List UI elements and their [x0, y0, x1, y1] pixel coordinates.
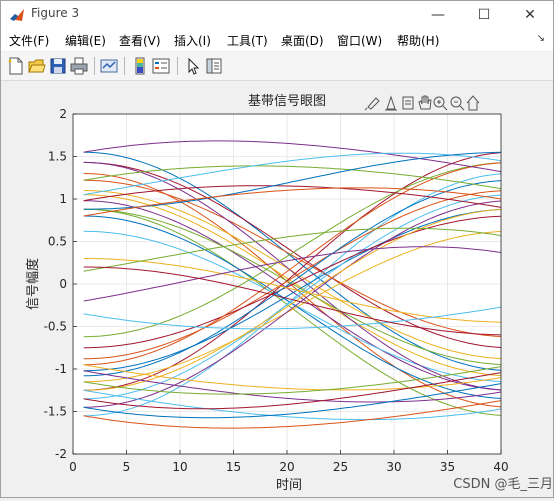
- y-tick-label: 0: [59, 277, 67, 291]
- y-tick-label: 0.5: [48, 235, 67, 249]
- data-tips-icon[interactable]: [385, 95, 397, 111]
- home-icon[interactable]: [466, 95, 480, 111]
- title-bar[interactable]: Figure 3 — ☐ ✕: [1, 1, 553, 29]
- eye-diagram-chart[interactable]: 0 5 10 15 20 25 30 35 40 -2 -1.5 -1 -0.5 0 0.5 1 1.5 2 基带…: [1, 81, 553, 497]
- y-tick-label: 1.5: [48, 150, 67, 164]
- menu-window[interactable]: 窗口(W): [337, 32, 382, 49]
- figure-canvas: 0 5 10 15 20 25 30 35 40 -2 -1.5 -1 -0.5 0 0.5 1 1.5 2 基带…: [1, 81, 553, 497]
- x-tick-label: 5: [123, 460, 131, 474]
- export-icon[interactable]: [402, 96, 414, 110]
- x-tick-label: 40: [493, 460, 508, 474]
- close-button[interactable]: ✕: [507, 1, 553, 29]
- maximize-button[interactable]: ☐: [461, 1, 507, 29]
- zoom-out-icon[interactable]: [450, 96, 465, 111]
- axes-toolbar: [364, 95, 480, 111]
- toolbar-separator: [124, 57, 125, 75]
- menu-tools[interactable]: 工具(T): [227, 32, 268, 49]
- figure-window: Figure 3 — ☐ ✕ 文件(F) 编辑(E) 查看(V) 插入(I) 工…: [0, 0, 554, 498]
- watermark: CSDN @毛_三月: [453, 477, 553, 492]
- figure-toolbar: [1, 52, 553, 81]
- zoom-in-icon[interactable]: [433, 96, 448, 111]
- y-axis-label: 信号幅度: [25, 258, 41, 310]
- menu-desktop[interactable]: 桌面(D): [281, 32, 324, 49]
- new-figure-icon[interactable]: [7, 57, 25, 75]
- x-tick-label: 25: [333, 460, 348, 474]
- y-tick-label: -0.5: [44, 320, 67, 334]
- x-tick-label: 15: [226, 460, 241, 474]
- x-tick-label: 35: [440, 460, 455, 474]
- menu-bar: 文件(F) 编辑(E) 查看(V) 插入(I) 工具(T) 桌面(D) 窗口(W…: [1, 29, 553, 51]
- toolbar-separator: [177, 57, 178, 75]
- x-tick-label: 10: [172, 460, 187, 474]
- chart-title: 基带信号眼图: [248, 94, 326, 109]
- y-tick-label: -2: [55, 447, 67, 461]
- link-figure-icon[interactable]: [100, 57, 118, 75]
- insert-legend-icon[interactable]: [152, 57, 170, 75]
- window-title: Figure 3: [31, 6, 80, 20]
- open-file-icon[interactable]: [28, 57, 46, 75]
- edit-plot-icon[interactable]: [184, 57, 202, 75]
- print-icon[interactable]: [70, 57, 88, 75]
- dock-arrow-icon[interactable]: ↘: [537, 33, 545, 44]
- y-tick-label: 2: [59, 107, 67, 121]
- insert-colorbar-icon[interactable]: [131, 57, 149, 75]
- toolbar-separator: [94, 57, 95, 75]
- brush-icon[interactable]: [364, 97, 380, 111]
- y-tick-label: -1.5: [44, 405, 67, 419]
- pan-icon[interactable]: [418, 95, 432, 110]
- menu-edit[interactable]: 编辑(E): [65, 32, 106, 49]
- matlab-logo-icon: [9, 7, 25, 23]
- menu-file[interactable]: 文件(F): [9, 32, 49, 49]
- x-axis-label: 时间: [276, 478, 302, 493]
- minimize-button[interactable]: —: [415, 1, 461, 29]
- y-tick-label: -1: [55, 362, 67, 376]
- y-tick-label: 1: [59, 192, 67, 206]
- menu-help[interactable]: 帮助(H): [397, 32, 439, 49]
- save-icon[interactable]: [49, 57, 67, 75]
- menu-view[interactable]: 查看(V): [119, 32, 161, 49]
- property-inspector-icon[interactable]: [205, 57, 223, 75]
- menu-insert[interactable]: 插入(I): [174, 32, 211, 49]
- x-tick-label: 30: [386, 460, 401, 474]
- x-tick-label: 0: [69, 460, 77, 474]
- x-tick-label: 20: [279, 460, 294, 474]
